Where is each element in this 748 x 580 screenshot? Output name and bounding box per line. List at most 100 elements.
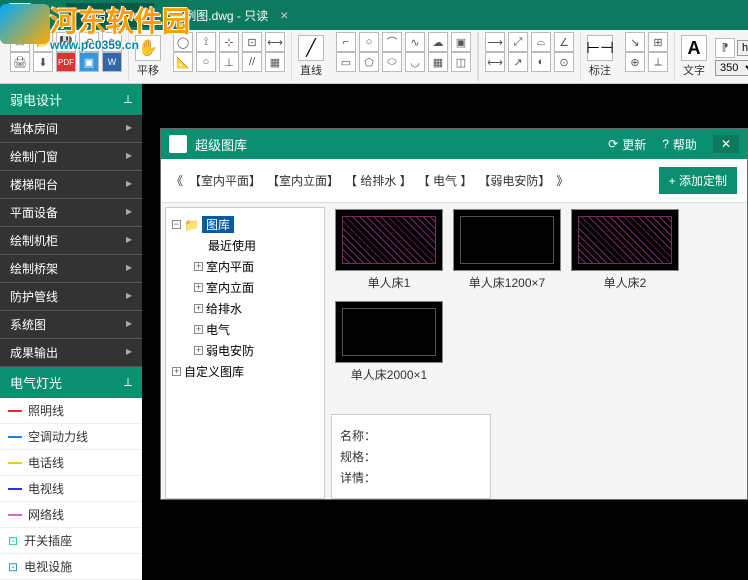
sidebar-sub-phone[interactable]: 电话线: [0, 450, 142, 476]
pdf-button[interactable]: PDF: [56, 52, 76, 72]
leader-button[interactable]: ↘: [625, 32, 645, 52]
tree-interior-plan[interactable]: +室内平面: [194, 256, 318, 277]
tab-weak-elec[interactable]: 【弱电安防】: [478, 172, 550, 189]
sidebar-item-tray[interactable]: 绘制桥架▸: [0, 255, 142, 283]
polygon-button[interactable]: ⬠: [359, 52, 379, 72]
print-button[interactable]: 🖨: [10, 52, 30, 72]
word-button[interactable]: W: [102, 52, 122, 72]
dim2-button[interactable]: ⤢: [508, 32, 528, 52]
ellipse-button[interactable]: ⬭: [382, 52, 402, 72]
sidebar-sub-lighting[interactable]: 照明线: [0, 398, 142, 424]
sidebar-item-equip[interactable]: 平面设备▸: [0, 199, 142, 227]
thumb-item[interactable]: 单人床1200×7: [453, 209, 561, 291]
hatch-button[interactable]: ▦: [428, 52, 448, 72]
tab-drawing[interactable]: 示例图.dwg - 只读×: [156, 3, 304, 27]
thumb-item[interactable]: 单人床2000×1: [335, 301, 443, 383]
sidebar-header[interactable]: 弱电设计⟂: [0, 84, 142, 115]
open-button[interactable]: 📂: [33, 32, 53, 52]
snap1-button[interactable]: ⟟: [196, 32, 216, 52]
nav-prev-button[interactable]: 《: [171, 172, 183, 189]
close-button[interactable]: ✕: [713, 135, 739, 153]
thumb-item[interactable]: 单人床2: [571, 209, 679, 291]
snap5-button[interactable]: ⊥: [219, 52, 239, 72]
tab-interior-elev[interactable]: 【室内立面】: [267, 172, 339, 189]
add-custom-button[interactable]: + 添加定制: [659, 167, 737, 194]
text-tool[interactable]: A 文字: [675, 35, 713, 78]
tree-weak-elec[interactable]: +弱电安防: [194, 340, 318, 361]
dim8-button[interactable]: ⊙: [554, 52, 574, 72]
close-icon[interactable]: ×: [130, 7, 138, 23]
sidebar-item-wall[interactable]: 墙体房间▸: [0, 115, 142, 143]
center-button[interactable]: ⊕: [625, 52, 645, 72]
dim1-button[interactable]: ⟶: [485, 32, 505, 52]
area-button[interactable]: ▦: [265, 52, 285, 72]
snap3-button[interactable]: ⊡: [242, 32, 262, 52]
tab-start[interactable]: 起始页×: [66, 3, 154, 27]
sidebar-item-cabinet[interactable]: 绘制机柜▸: [0, 227, 142, 255]
dimension-tool[interactable]: ⊢⊣ 标注: [581, 35, 619, 78]
sidebar-sub-network[interactable]: 网络线: [0, 502, 142, 528]
ord-button[interactable]: ⟂: [648, 52, 668, 72]
sidebar-sub-ac[interactable]: 空调动力线: [0, 424, 142, 450]
refresh-button[interactable]: ⟳更新: [608, 136, 646, 153]
rect-button[interactable]: ▭: [336, 52, 356, 72]
dialog-titlebar[interactable]: 超级图库 ⟳更新 ?帮助 ✕: [161, 129, 747, 159]
insert-button[interactable]: ◫: [451, 52, 471, 72]
line-tool[interactable]: ╱ 直线: [292, 35, 330, 78]
tab-plumbing[interactable]: 【 给排水 】: [345, 172, 412, 189]
textstyle-button[interactable]: ⁋: [715, 38, 735, 58]
font-select[interactable]: hztxt: [737, 40, 748, 56]
distance-button[interactable]: ⟷: [265, 32, 285, 52]
export-button[interactable]: ⬇: [33, 52, 53, 72]
spline-button[interactable]: ∿: [405, 32, 425, 52]
undo-button[interactable]: ↶: [79, 32, 99, 52]
fontsize-select[interactable]: 350: [715, 60, 748, 76]
dim7-button[interactable]: ◐: [531, 52, 551, 72]
pin-icon[interactable]: ⟂: [124, 375, 132, 390]
tree-custom[interactable]: +自定义图库: [172, 361, 318, 382]
save-button[interactable]: 💾: [56, 32, 76, 52]
snap4-button[interactable]: ○: [196, 52, 216, 72]
sidebar-section-lighting[interactable]: 电气灯光⟂: [0, 367, 142, 398]
tree-recent[interactable]: 最近使用: [194, 235, 318, 256]
zoom-button[interactable]: ◯: [173, 32, 193, 52]
menu-down-icon[interactable]: ▾: [40, 8, 46, 22]
help-button[interactable]: ?帮助: [662, 136, 697, 153]
measure-button[interactable]: 📐: [173, 52, 193, 72]
thumb-item[interactable]: 单人床1: [335, 209, 443, 291]
tree-plumbing[interactable]: +给排水: [194, 298, 318, 319]
redo-button[interactable]: ↷: [102, 32, 122, 52]
image-button[interactable]: ▣: [79, 52, 99, 72]
sidebar-sub-switch[interactable]: ⊡开关插座: [0, 528, 142, 554]
dim4-button[interactable]: ∠: [554, 32, 574, 52]
app-icon[interactable]: [8, 3, 32, 27]
sidebar-item-system[interactable]: 系统图▸: [0, 311, 142, 339]
revcloud-button[interactable]: ☁: [428, 32, 448, 52]
tab-electric[interactable]: 【 电气 】: [418, 172, 473, 189]
snap2-button[interactable]: ⊹: [219, 32, 239, 52]
sidebar-item-pipe[interactable]: 防护管线▸: [0, 283, 142, 311]
close-icon[interactable]: ×: [280, 7, 288, 23]
sidebar-item-output[interactable]: 成果输出▸: [0, 339, 142, 367]
snap6-button[interactable]: //: [242, 52, 262, 72]
tree-root[interactable]: −📁图库: [172, 214, 318, 235]
pin-icon[interactable]: ⟂: [124, 92, 132, 107]
tree-interior-elev[interactable]: +室内立面: [194, 277, 318, 298]
nav-next-button[interactable]: 》: [556, 172, 568, 189]
block-button[interactable]: ▣: [451, 32, 471, 52]
dim5-button[interactable]: ⟷: [485, 52, 505, 72]
circle-button[interactable]: ○: [359, 32, 379, 52]
new-button[interactable]: ▭: [10, 32, 30, 52]
sidebar-sub-tvdev[interactable]: ⊡电视设施: [0, 554, 142, 580]
dim3-button[interactable]: ⌓: [531, 32, 551, 52]
dim6-button[interactable]: ↗: [508, 52, 528, 72]
sidebar-item-door[interactable]: 绘制门窗▸: [0, 143, 142, 171]
arc-button[interactable]: ⌒: [382, 32, 402, 52]
pan-tool[interactable]: ✋ 平移: [129, 35, 167, 78]
ellarc-button[interactable]: ◡: [405, 52, 425, 72]
tol-button[interactable]: ⊞: [648, 32, 668, 52]
tab-interior-plan[interactable]: 【室内平面】: [189, 172, 261, 189]
tree-electric[interactable]: +电气: [194, 319, 318, 340]
sidebar-item-stair[interactable]: 楼梯阳台▸: [0, 171, 142, 199]
sidebar-sub-tv[interactable]: 电视线: [0, 476, 142, 502]
